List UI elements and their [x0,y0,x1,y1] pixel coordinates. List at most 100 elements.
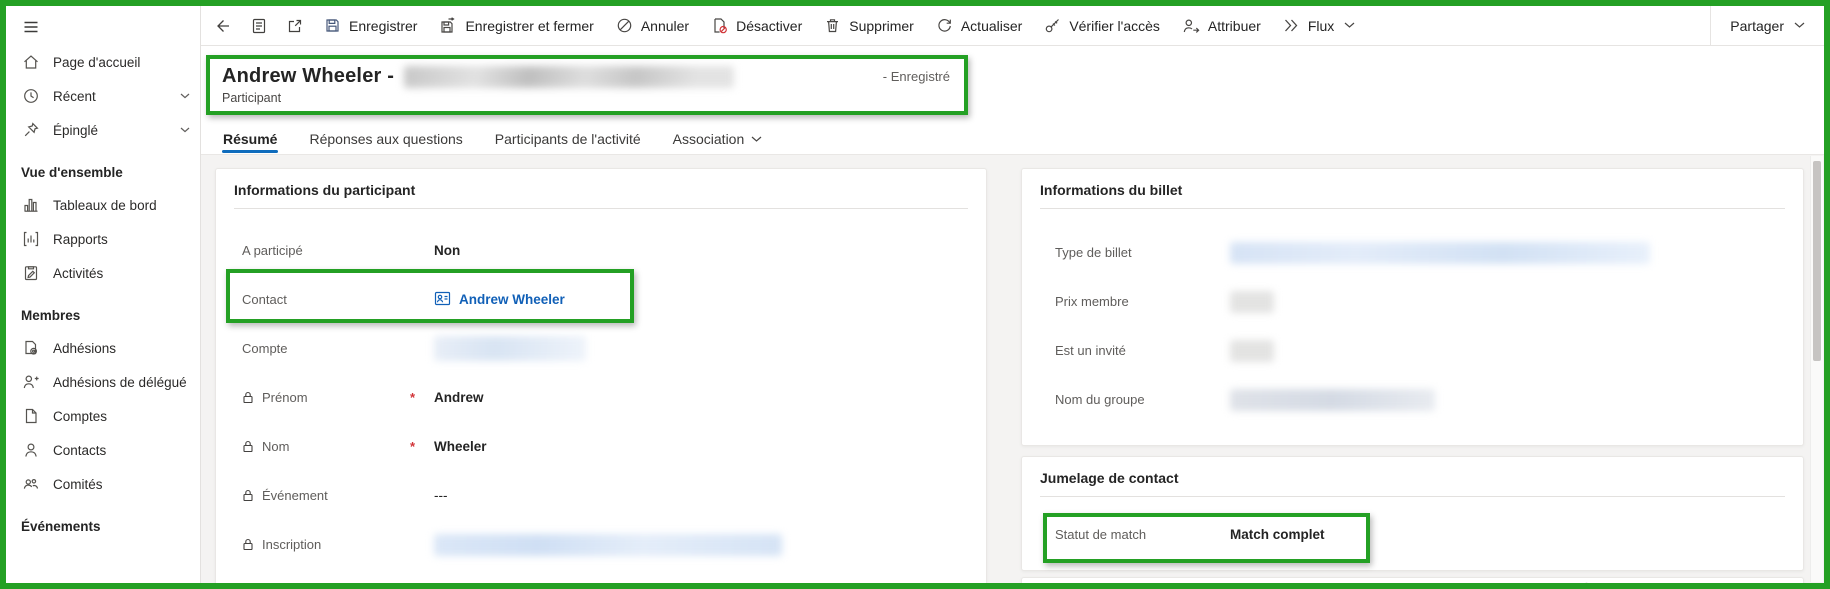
people-icon [21,474,41,494]
record-title: Andrew Wheeler - [222,65,395,87]
home-icon [21,52,41,72]
assign-button[interactable]: Attribuer [1171,11,1272,41]
flow-icon [1283,18,1300,33]
form-list-icon [252,18,266,33]
hamburger-menu-icon[interactable] [19,15,43,39]
lock-icon [242,538,254,551]
check-access-button[interactable]: Vérifier l'accès [1033,11,1171,41]
sidebar-item-rapports[interactable]: Rapports [6,222,200,256]
field-value: Match complet [1230,527,1325,542]
field-est-un-invite: Est un invité [1022,326,1803,375]
sidebar-item-tableaux-de-bord[interactable]: Tableaux de bord [6,188,200,222]
chevron-down-icon[interactable] [180,93,190,99]
field-value: --- [434,488,448,503]
field-label: Événement [262,488,328,503]
field-label: Prix membre [1055,294,1129,309]
popout-icon [288,19,302,32]
field-label: Nom [262,439,290,454]
field-label: Type de billet [1055,245,1132,260]
save-icon [324,17,341,34]
sidebar-section-vue-densemble: Vue d'ensemble [21,164,123,180]
person-icon [21,440,41,460]
chevron-down-icon [1344,22,1355,29]
sidebar-item-label: Contacts [53,442,107,458]
sidebar-section-evenements: Événements [21,518,101,534]
redacted-title-text [404,65,735,88]
field-value: Andrew [434,390,484,405]
chevron-down-icon[interactable] [180,127,190,133]
back-button[interactable] [205,11,241,41]
entity-type-label: Participant [222,91,282,105]
deactivate-button[interactable]: Désactiver [700,11,813,41]
pin-icon [21,120,41,140]
redacted-value [1230,339,1274,362]
sidebar-item-label: Rapports [53,231,108,247]
person-add-icon [21,372,41,392]
sidebar-item-label: Activités [53,265,104,281]
redacted-value [1230,388,1435,411]
field-label: Contact [242,292,287,307]
vertical-scrollbar[interactable] [1810,156,1823,582]
contact-lookup-link[interactable]: Andrew Wheeler [434,290,565,310]
membership-document-icon [21,338,41,358]
cancel-button[interactable]: Annuler [605,11,700,41]
main-area: Enregistrer Enregistrer et fermer Annule… [201,6,1824,583]
field-label: Inscription [262,537,322,552]
field-label: Prénom [262,390,308,405]
redacted-value [434,533,782,556]
tab-participants-de-lactivite[interactable]: Participants de l'activité [494,124,642,154]
field-label: Est un invité [1055,343,1126,358]
sidebar-item-label: Page d'accueil [53,54,141,70]
save-and-close-button[interactable]: Enregistrer et fermer [428,11,604,41]
sidebar-item-epingle[interactable]: Épinglé [6,113,200,147]
sidebar-item-contacts[interactable]: Contacts [6,433,200,467]
save-button[interactable]: Enregistrer [313,11,428,41]
share-button[interactable]: Partager [1710,6,1824,46]
sidebar-item-label: Adhésions [53,340,117,356]
popout-button[interactable] [277,11,313,41]
field-prenom: Prénom * Andrew [216,373,986,422]
refresh-button[interactable]: Actualiser [925,11,1033,41]
timeline-flow-button[interactable]: Flux [1682,581,1747,583]
tab-association[interactable]: Association [672,124,764,154]
flow-button[interactable]: Flux [1272,11,1366,41]
delete-button[interactable]: Supprimer [813,11,925,41]
title-highlight-box: Andrew Wheeler - - Enregistré Participan… [206,55,968,115]
sidebar-item-activites[interactable]: Activités [6,256,200,290]
sidebar-item-label: Adhésions de délégué [53,374,187,390]
required-marker: * [410,439,416,454]
contact-matching-card: Jumelage de contact Statut de match Matc… [1021,456,1804,571]
sidebar-item-recent[interactable]: Récent [6,79,200,113]
field-statut-de-match: Statut de match Match complet [1022,510,1803,559]
save-close-icon [439,16,457,35]
redacted-value [1230,241,1650,264]
command-bar: Enregistrer Enregistrer et fermer Annule… [201,6,1824,46]
document-icon [21,406,41,426]
sidebar-item-comptes[interactable]: Comptes [6,399,200,433]
tab-reponses-aux-questions[interactable]: Réponses aux questions [308,124,463,154]
lock-icon [242,440,254,453]
form-selector-button[interactable] [241,11,277,41]
field-nom: Nom * Wheeler [216,422,986,471]
timeline-refresh-button[interactable]: Actualiser [1579,581,1660,583]
card-title: Informations du participant [234,182,416,198]
field-type-de-billet: Type de billet [1022,228,1803,277]
deactivate-icon [711,17,728,34]
field-inscription: Inscription [216,520,986,569]
field-value: Wheeler [434,439,487,454]
tab-resume[interactable]: Résumé [222,124,279,154]
field-evenement: Événement --- [216,471,986,520]
refresh-icon [1579,581,1594,583]
sidebar-item-comites[interactable]: Comités [6,467,200,501]
card-title: Jumelage de contact [1040,470,1179,486]
sidebar-item-adhesions[interactable]: Adhésions [6,331,200,365]
field-nom-du-groupe: Nom du groupe [1022,375,1803,424]
sidebar-item-label: Épinglé [53,122,99,138]
sidebar-nav: Page d'accueil Récent Épinglé Vue d'ense… [6,39,200,542]
scrollbar-thumb[interactable] [1813,161,1821,361]
field-label: Nom du groupe [1055,392,1145,407]
sidebar-item-page-daccueil[interactable]: Page d'accueil [6,45,200,79]
timeline-card: Actualiser Flux [1021,577,1804,583]
sidebar-item-label: Comités [53,476,103,492]
sidebar-item-adhesions-de-delegue[interactable]: Adhésions de délégué [6,365,200,399]
